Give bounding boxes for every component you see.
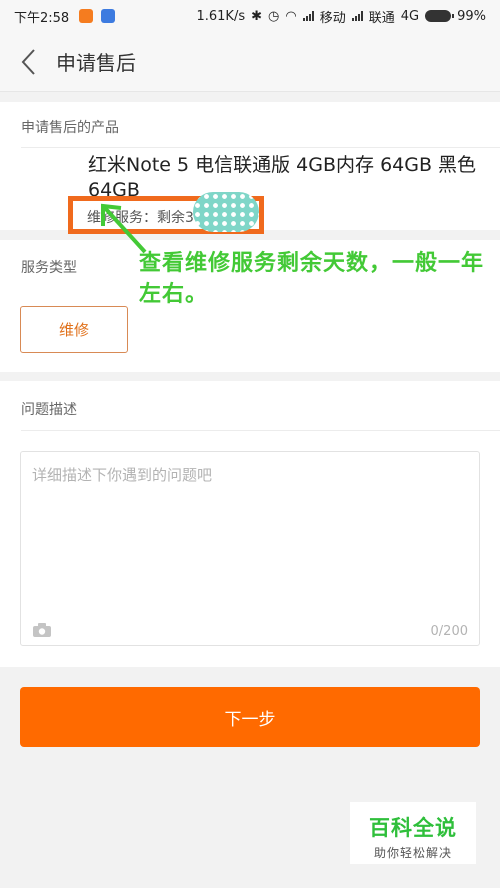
app-notification-icon [79, 9, 94, 23]
watermark-logo: 百科全说 助你轻松解决 [350, 802, 476, 864]
back-button[interactable] [0, 32, 56, 92]
wifi-icon: ◠ [285, 8, 297, 24]
repair-option-button[interactable]: 维修 [20, 306, 128, 353]
camera-icon[interactable] [32, 623, 52, 637]
product-section-label: 申请售后的产品 [21, 120, 119, 136]
signal-icon-2 [351, 11, 363, 21]
network-type: 4G [400, 8, 420, 24]
signal-icon [302, 11, 314, 21]
description-textarea[interactable]: 详细描述下你遇到的问题吧 0/200 [20, 451, 480, 646]
bluetooth-icon: ✱ [251, 8, 263, 24]
redaction-blob [193, 192, 259, 232]
description-section-label: 问题描述 [21, 402, 77, 418]
chevron-left-icon [21, 48, 35, 75]
service-section-label: 服务类型 [21, 260, 77, 276]
title-bar: 申请售后 [0, 32, 500, 92]
status-bar: 下午2:58 1.61K/s ✱ ◷ ◠ 移动 联通 4G 99% [0, 0, 500, 32]
carrier-1: 移动 [319, 10, 346, 26]
char-counter: 0/200 [430, 624, 468, 639]
battery-level: 99% [457, 8, 486, 24]
battery-icon [425, 10, 455, 22]
divider [21, 147, 500, 148]
network-speed: 1.61K/s [196, 8, 246, 24]
page-title: 申请售后 [56, 51, 136, 75]
carrier-2: 联通 [368, 10, 395, 26]
description-placeholder: 详细描述下你遇到的问题吧 [32, 466, 213, 484]
translate-notification-icon [101, 9, 116, 23]
alarm-icon: ◷ [268, 8, 280, 24]
divider [21, 430, 500, 431]
watermark-sub: 助你轻松解决 [373, 846, 452, 860]
watermark-main: 百科全说 [369, 816, 457, 840]
status-time: 下午2:58 [14, 10, 70, 26]
annotation-text: 查看维修服务剩余天数，一般一年左右。 [139, 251, 485, 307]
next-step-button[interactable]: 下一步 [20, 687, 480, 747]
